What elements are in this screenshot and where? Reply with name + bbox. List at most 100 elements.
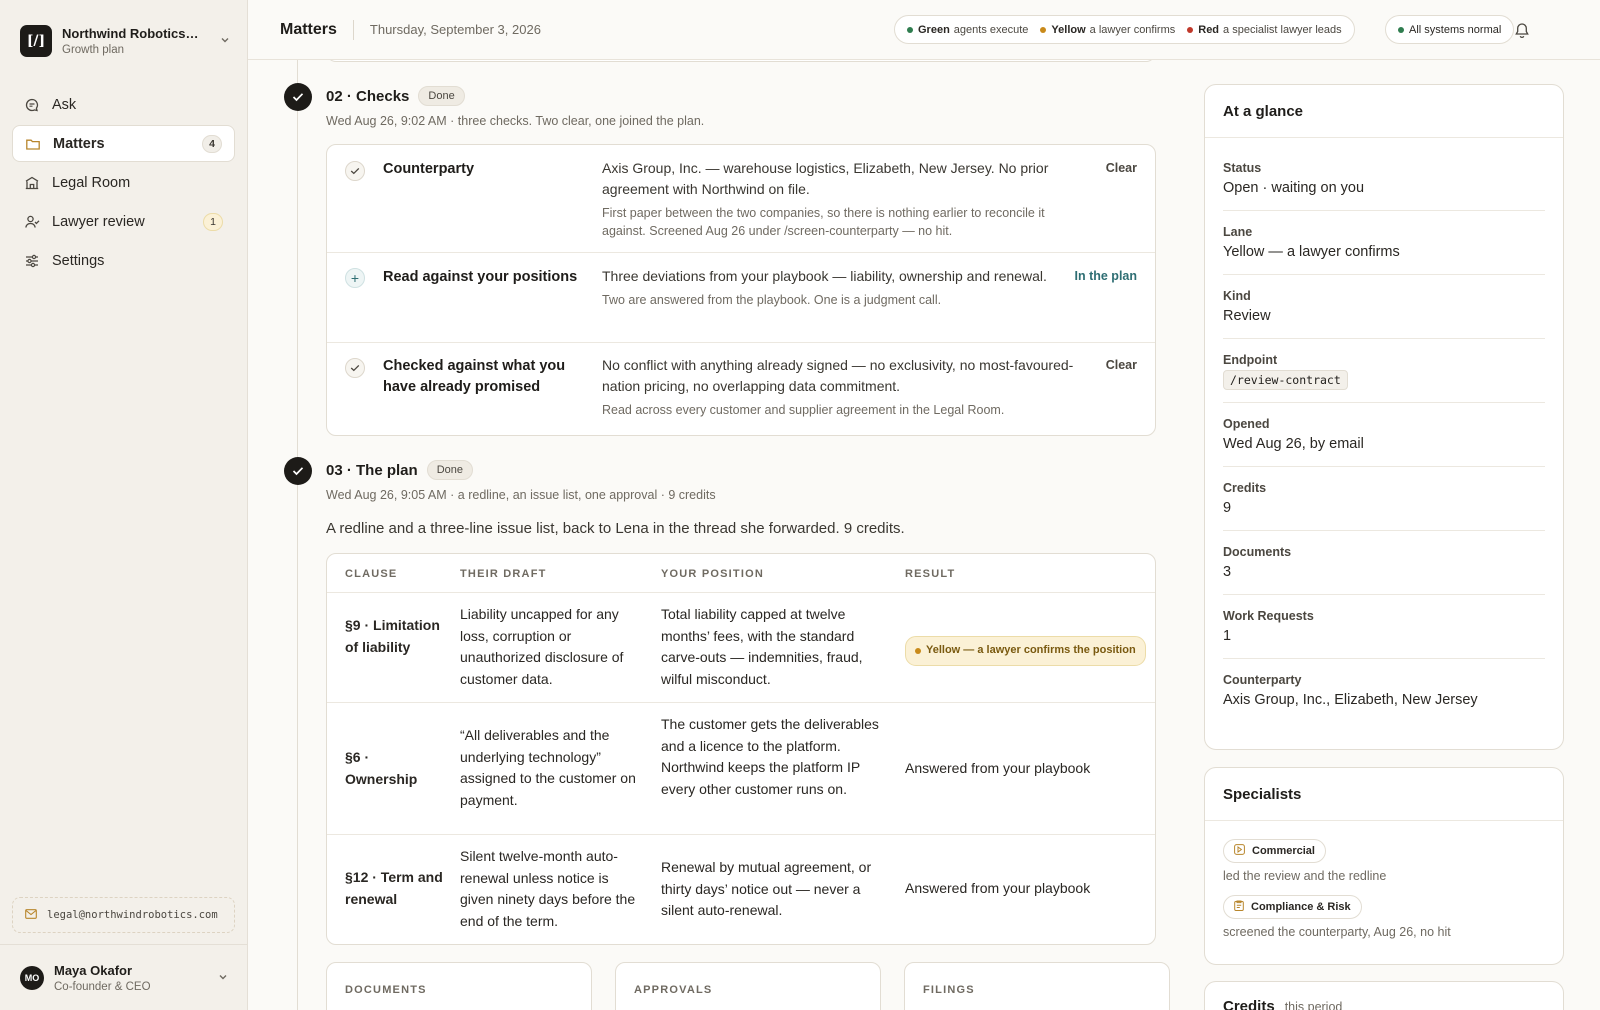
position-cell: The customer gets the deliverables and a… — [661, 716, 879, 797]
check-icon — [345, 358, 365, 378]
user-menu[interactable]: MO Maya Okafor Co-founder & CEO — [0, 944, 248, 1010]
step-done-icon — [284, 457, 312, 485]
lane-legend-green: Green agents execute — [907, 24, 1028, 36]
step-meta: Wed Aug 26, 9:05 AM · a redline, an issu… — [326, 488, 716, 502]
sidebar-item-label: Matters — [53, 135, 105, 152]
sidebar-nav: Ask Matters 4 Legal Room Lawyer review 1 — [12, 86, 235, 281]
filings-card[interactable]: FILINGS — [904, 962, 1170, 1010]
issue-table: CLAUSE THEIR DRAFT YOUR POSITION RESULT … — [326, 553, 1156, 945]
system-status-badge[interactable]: All systems normal — [1385, 15, 1515, 44]
status-dot — [1187, 26, 1194, 33]
legal-email-address[interactable]: legal@northwindrobotics.com — [12, 897, 235, 933]
lane-legend: Green agents execute Yellow a lawyer confi… — [894, 15, 1355, 44]
check-note: Read across every customer and supplier … — [602, 403, 1005, 417]
at-a-glance-panel: At a glance Status Open · waiting on you … — [1204, 84, 1564, 750]
specialist-chip-compliance[interactable]: Compliance & Risk — [1223, 895, 1362, 919]
table-row[interactable]: §6 · Ownership “All deliverables and the… — [327, 703, 1155, 835]
position-cell: Total liability capped at twelve months’… — [661, 606, 863, 687]
sidebar-item-ask[interactable]: Ask — [12, 86, 235, 123]
credits-panel: Credits this period — [1204, 981, 1564, 1010]
check-name: Checked against what you have already pr… — [383, 358, 566, 395]
table-row[interactable]: §9 · Limitation of liability Liability u… — [327, 593, 1155, 703]
check-note: Two are answered from the playbook. One … — [602, 293, 942, 307]
clause-cell: §12 · Term and renewal — [345, 869, 443, 907]
check-name: Read against your positions — [383, 269, 578, 285]
org-switcher[interactable]: [/] Northwind Robotics, ... Growth plan — [20, 24, 230, 58]
sidebar-item-lawyer-review[interactable]: Lawyer review 1 — [12, 203, 235, 240]
result-cell: Yellow — a lawyer confirms the position — [905, 636, 1146, 666]
status-dot — [1040, 26, 1047, 33]
column-header: THEIR DRAFT — [460, 568, 547, 580]
status-badge: Done — [426, 460, 473, 480]
lane-legend-red: Red a specialist lawyer leads — [1187, 24, 1342, 36]
glance-item-counterparty: Counterparty Axis Group, Inc., Elizabeth,… — [1223, 673, 1478, 708]
check-status[interactable]: In the plan — [1075, 269, 1138, 283]
result-cell: Answered from your playbook — [905, 880, 1091, 896]
draft-cell: Silent twelve-month auto-renewal unless … — [460, 848, 636, 929]
draft-cell: Liability uncapped for any loss, corrupt… — [460, 606, 624, 687]
lane-legend-yellow: Yellow a lawyer confirms — [1040, 24, 1175, 36]
checks-card: Counterparty Axis Group, Inc. — warehous… — [326, 144, 1156, 436]
status-badge: Done — [418, 86, 465, 106]
panel-title: Specialists — [1205, 768, 1563, 821]
documents-card[interactable]: DOCUMENTS — [326, 962, 592, 1010]
specialist-item: Commercial led the review and the redlin… — [1205, 821, 1563, 883]
sidebar-item-settings[interactable]: Settings — [12, 242, 235, 279]
current-date: Thursday, September 3, 2026 — [369, 22, 541, 37]
approvals-card[interactable]: APPROVALS — [615, 962, 881, 1010]
chevron-down-icon[interactable] — [218, 969, 228, 987]
check-row: Checked against what you have already pr… — [327, 343, 1155, 435]
panel-title: At a glance — [1205, 85, 1563, 138]
table-row[interactable]: §12 · Term and renewal Silent twelve-mon… — [327, 835, 1155, 944]
check-description: No conflict with anything already signed… — [602, 355, 1082, 419]
sidebar-item-label: Legal Room — [52, 174, 131, 191]
step-title: 03 · The plan — [326, 461, 418, 479]
step-plan-header[interactable]: 03 · The plan Done — [326, 460, 473, 480]
sidebar-item-label: Lawyer review — [52, 213, 145, 230]
specialist-note: screened the counterparty, Aug 26, no hi… — [1223, 925, 1451, 939]
sidebar-item-legal-room[interactable]: Legal Room — [12, 164, 235, 201]
clipboard-icon — [1234, 900, 1244, 914]
status-dot — [1398, 26, 1404, 33]
endpoint-code[interactable]: /review-contract — [1223, 370, 1348, 390]
sidebar-item-matters[interactable]: Matters 4 — [12, 125, 235, 162]
lane-badge-yellow: Yellow — a lawyer confirms the position — [905, 636, 1146, 666]
avatar: MO — [20, 965, 44, 990]
check-icon — [345, 161, 365, 181]
step-title: 02 · Checks — [326, 87, 410, 105]
org-logo: [/] — [20, 25, 52, 57]
check-name: Counterparty — [383, 161, 475, 177]
step-done-icon — [284, 83, 312, 111]
sliders-icon — [24, 253, 40, 269]
matter-timeline: 02 · Checks Done Wed Aug 26, 9:02 AM · t… — [248, 60, 1188, 1010]
page-title: Matters — [280, 20, 337, 38]
status-dot — [907, 26, 913, 33]
panel-title: Credits — [1223, 998, 1275, 1010]
chat-icon — [24, 97, 40, 113]
table-header: CLAUSE THEIR DRAFT YOUR POSITION RESULT — [327, 554, 1155, 593]
user-role: Co-founder & CEO — [54, 980, 151, 993]
position-cell: Renewal by mutual agreement, or thirty d… — [661, 859, 872, 918]
previous-step-card — [326, 60, 1156, 62]
clause-cell: §6 · Ownership — [345, 749, 418, 787]
check-note: First paper between the two companies, s… — [602, 206, 1045, 238]
glance-item-status: Status Open · waiting on you — [1223, 147, 1545, 211]
credits-period: this period — [1284, 1000, 1343, 1010]
glance-item-credits: Credits 9 — [1223, 467, 1545, 531]
column-header: CLAUSE — [345, 568, 398, 580]
mail-icon — [25, 908, 37, 922]
specialist-chip-commercial[interactable]: Commercial — [1223, 839, 1326, 863]
step-checks-header[interactable]: 02 · Checks Done — [326, 86, 465, 106]
bell-icon[interactable] — [1510, 18, 1534, 42]
column-header: YOUR POSITION — [661, 568, 764, 580]
play-icon — [1234, 844, 1245, 858]
sidebar: [/] Northwind Robotics, ... Growth plan … — [0, 0, 248, 1010]
check-row: Counterparty Axis Group, Inc. — warehous… — [327, 145, 1155, 253]
plan-summary: A redline and a three-line issue list, b… — [326, 520, 905, 537]
org-plan: Growth plan — [62, 44, 125, 56]
chevron-down-icon[interactable] — [220, 35, 230, 48]
check-status: Clear — [1105, 358, 1137, 372]
glance-item-endpoint: Endpoint/review-contract — [1223, 339, 1545, 403]
matters-count-badge: 4 — [202, 134, 222, 153]
glance-item-documents: Documents 3 — [1223, 531, 1545, 595]
